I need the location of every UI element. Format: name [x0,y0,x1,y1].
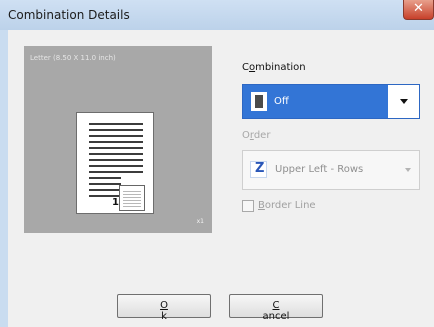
preview-panel: Letter (8.50 X 11.0 inch) 1 x1 [24,46,212,233]
border-line-label-rest: order Line [264,200,316,211]
cancel-button-underline: C [272,300,280,311]
combination-label-rest: mbination [255,62,306,73]
combined-page-thumbnail [119,185,145,211]
title-bar: Combination Details ✕ [0,0,434,30]
combination-label: Combination [242,62,306,73]
text-line-2 [89,129,143,131]
text-line-3 [89,135,143,137]
ok-button-label: Ok [118,300,210,322]
ok-button-underline: O [160,300,168,311]
text-line-5 [89,147,143,149]
combination-selected-value: Off [274,96,289,107]
z-order-icon-letter: Z [255,161,265,176]
thumbnail-pattern [123,189,141,207]
border-line-label[interactable]: Border Line [258,200,316,211]
combination-label-prefix: C [242,62,249,73]
order-selected-value: Upper Left - Rows [275,164,364,175]
page-number: 1 [112,197,119,208]
combination-details-dialog: Combination Details ✕ Letter (8.50 X 11.… [0,0,434,327]
paper-size-label: Letter (8.50 X 11.0 inch) [30,54,116,62]
order-select[interactable]: Z Upper Left - Rows [242,150,420,190]
close-icon: ✕ [413,1,424,16]
cancel-button-label: Cancel [230,300,322,322]
border-line-checkbox[interactable] [242,200,254,212]
order-label: Order [242,130,270,141]
paper-preview: 1 [76,112,154,214]
border-line-label-underline: B [258,200,265,211]
combination-select[interactable]: Off [242,84,420,119]
text-line-1 [89,123,143,125]
order-dropdown-arrow[interactable] [405,168,411,172]
z-order-icon: Z [250,161,267,178]
text-line-11 [89,183,121,185]
window-title: Combination Details [8,8,130,22]
single-page-icon [251,92,267,111]
text-line-9 [89,171,143,173]
text-line-8 [89,165,143,167]
text-line-12 [89,189,121,191]
ok-button[interactable]: Ok [117,294,211,322]
text-line-4 [89,141,143,143]
order-label-rest: der [253,130,271,141]
copies-indicator: x1 [196,218,204,225]
text-line-6 [89,153,143,155]
combination-dropdown-arrow[interactable] [388,85,419,118]
text-line-10 [89,177,121,179]
text-line-7 [89,159,143,161]
close-button[interactable]: ✕ [403,0,434,20]
cancel-button[interactable]: Cancel [229,294,323,322]
order-label-prefix: O [242,130,250,141]
